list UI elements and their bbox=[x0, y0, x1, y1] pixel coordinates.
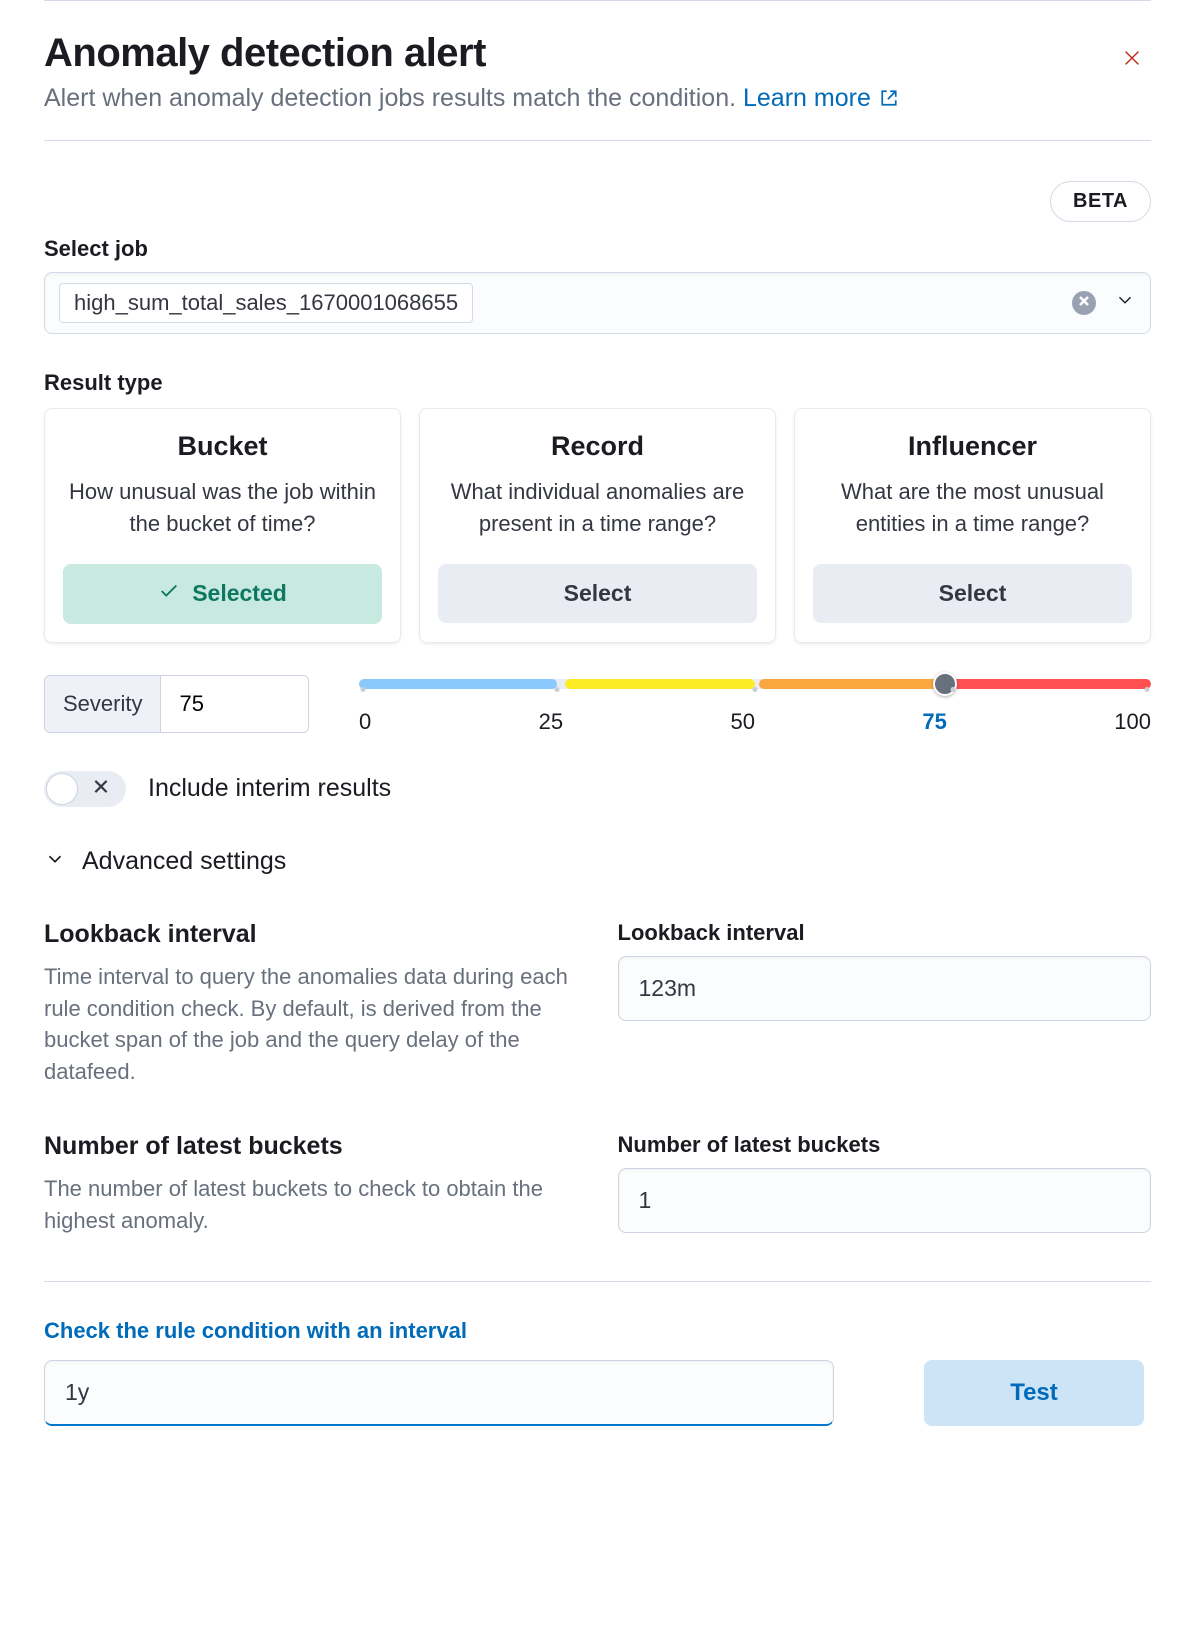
select-influencer-button[interactable]: Select bbox=[813, 564, 1132, 623]
lookback-title: Lookback interval bbox=[44, 920, 578, 949]
severity-row: Severity 0 25 50 75 bbox=[44, 673, 1151, 735]
buckets-input-label: Number of latest buckets bbox=[618, 1132, 1152, 1158]
severity-input[interactable] bbox=[161, 676, 308, 732]
lookback-input[interactable] bbox=[618, 956, 1152, 1021]
interim-results-label: Include interim results bbox=[148, 774, 391, 803]
dropdown-toggle[interactable] bbox=[1114, 289, 1136, 316]
card-title: Influencer bbox=[813, 431, 1132, 462]
severity-label: Severity bbox=[45, 676, 161, 732]
select-job-label: Select job bbox=[44, 236, 1151, 262]
chevron-down-icon bbox=[44, 848, 66, 875]
buckets-desc: The number of latest buckets to check to… bbox=[44, 1173, 578, 1237]
test-button[interactable]: Test bbox=[924, 1360, 1144, 1426]
card-desc: What individual anomalies are present in… bbox=[438, 476, 757, 540]
select-job-combobox[interactable]: high_sum_total_sales_1670001068655 bbox=[44, 272, 1151, 334]
page-subtitle: Alert when anomaly detection jobs result… bbox=[44, 82, 898, 116]
interim-toggle-row: Include interim results bbox=[44, 771, 1151, 807]
clear-selection-button[interactable] bbox=[1072, 291, 1096, 315]
external-link-icon bbox=[880, 83, 898, 116]
slider-ticks: 0 25 50 75 100 bbox=[359, 709, 1151, 735]
close-button[interactable] bbox=[1113, 39, 1151, 80]
result-type-label: Result type bbox=[44, 370, 1151, 396]
close-icon bbox=[1121, 57, 1143, 72]
card-title: Bucket bbox=[63, 431, 382, 462]
chevron-down-icon bbox=[1114, 298, 1136, 315]
select-bucket-button[interactable]: Selected bbox=[63, 564, 382, 624]
x-icon bbox=[1078, 294, 1090, 312]
check-interval-input[interactable] bbox=[44, 1360, 834, 1426]
lookback-desc: Time interval to query the anomalies dat… bbox=[44, 961, 578, 1089]
severity-slider[interactable]: 0 25 50 75 100 bbox=[359, 673, 1151, 735]
result-type-section: Result type Bucket How unusual was the j… bbox=[44, 370, 1151, 643]
check-icon bbox=[158, 580, 180, 608]
result-type-card-bucket[interactable]: Bucket How unusual was the job within th… bbox=[44, 408, 401, 643]
interim-results-switch[interactable] bbox=[44, 771, 126, 807]
lookback-input-label: Lookback interval bbox=[618, 920, 1152, 946]
select-record-button[interactable]: Select bbox=[438, 564, 757, 623]
result-type-card-record[interactable]: Record What individual anomalies are pre… bbox=[419, 408, 776, 643]
card-desc: What are the most unusual entities in a … bbox=[813, 476, 1132, 540]
select-job-field: Select job high_sum_total_sales_16700010… bbox=[44, 236, 1151, 334]
buckets-row: Number of latest buckets The number of l… bbox=[44, 1132, 1151, 1237]
buckets-input[interactable] bbox=[618, 1168, 1152, 1233]
learn-more-link[interactable]: Learn more bbox=[743, 84, 898, 112]
lookback-row: Lookback interval Time interval to query… bbox=[44, 920, 1151, 1089]
buckets-title: Number of latest buckets bbox=[44, 1132, 578, 1161]
job-pill[interactable]: high_sum_total_sales_1670001068655 bbox=[59, 283, 473, 323]
check-condition-row: Check the rule condition with an interva… bbox=[44, 1318, 1151, 1426]
header: Anomaly detection alert Alert when anoma… bbox=[44, 1, 1151, 141]
severity-input-group: Severity bbox=[44, 675, 309, 733]
advanced-settings-toggle[interactable]: Advanced settings bbox=[44, 847, 1151, 876]
page-title: Anomaly detection alert bbox=[44, 31, 898, 76]
result-type-card-influencer[interactable]: Influencer What are the most unusual ent… bbox=[794, 408, 1151, 643]
card-desc: How unusual was the job within the bucke… bbox=[63, 476, 382, 540]
x-icon bbox=[92, 777, 110, 800]
beta-badge: BETA bbox=[1050, 181, 1151, 222]
card-title: Record bbox=[438, 431, 757, 462]
check-condition-title: Check the rule condition with an interva… bbox=[44, 1318, 1151, 1344]
